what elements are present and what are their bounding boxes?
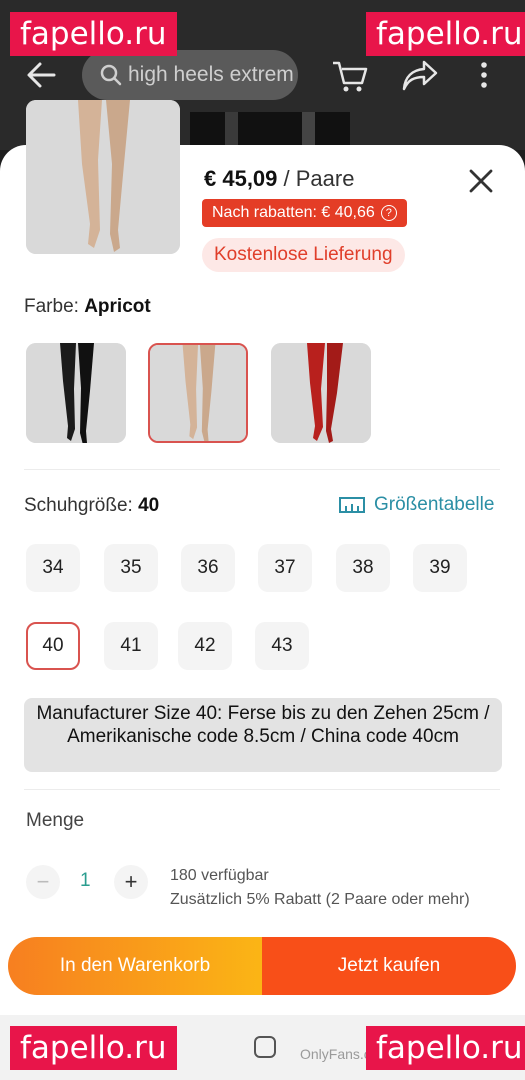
availability-info: 180 verfügbar Zusätzlich 5% Rabatt (2 Pa… — [170, 864, 470, 912]
size-option[interactable]: 42 — [178, 622, 232, 670]
color-option-black[interactable] — [26, 343, 126, 443]
info-icon[interactable]: ? — [380, 205, 397, 221]
size-chart-link[interactable]: Größentabelle — [338, 494, 494, 516]
watermark: fapello.ru — [10, 12, 177, 56]
size-option[interactable]: 37 — [258, 544, 312, 592]
stock-count: 180 verfügbar — [170, 867, 269, 884]
quantity-increase-button[interactable]: + — [114, 865, 148, 899]
size-option[interactable]: 38 — [336, 544, 390, 592]
bulk-discount-note: Zusätzlich 5% Rabatt (2 Paare oder mehr) — [170, 891, 470, 908]
quantity-decrease-button[interactable]: − — [26, 865, 60, 899]
quantity-value: 1 — [80, 870, 91, 891]
size-option[interactable]: 34 — [26, 544, 80, 592]
search-input[interactable]: high heels extrem — [82, 50, 298, 100]
color-selected: Apricot — [84, 296, 151, 317]
price-block: € 45,09 / Paare — [204, 166, 354, 192]
back-arrow-icon[interactable] — [24, 58, 58, 92]
size-label-text: Schuhgröße: — [24, 495, 139, 516]
size-option[interactable]: 35 — [104, 544, 158, 592]
size-label: Schuhgröße: 40 — [24, 495, 159, 517]
product-thumbnail[interactable] — [26, 100, 180, 254]
price-unit: / Paare — [277, 166, 355, 191]
size-option[interactable]: 41 — [104, 622, 158, 670]
share-icon[interactable] — [400, 58, 440, 94]
boots-image — [26, 100, 180, 254]
discount-label: Nach rabatten: € 40,66 — [212, 204, 375, 221]
search-icon — [100, 64, 122, 86]
search-query: high heels extrem — [128, 63, 294, 86]
size-description: Manufacturer Size 40: Ferse bis zu den Z… — [24, 698, 502, 772]
shipping-label: Kostenlose Lieferung — [214, 244, 393, 265]
watermark: fapello.ru — [366, 1026, 525, 1070]
discount-badge[interactable]: Nach rabatten: € 40,66 ? — [202, 199, 407, 227]
boots-image — [26, 343, 126, 443]
cart-icon[interactable] — [330, 58, 370, 94]
price: € 45,09 — [204, 166, 278, 191]
size-option-selected[interactable]: 40 — [26, 622, 80, 670]
color-option-red[interactable] — [271, 343, 371, 443]
color-label-text: Farbe: — [24, 296, 85, 317]
color-option-apricot[interactable] — [148, 343, 248, 443]
buy-now-button[interactable]: Jetzt kaufen — [262, 937, 516, 995]
quantity-label: Menge — [26, 810, 85, 831]
home-icon[interactable] — [254, 1036, 276, 1058]
watermark: fapello.ru — [10, 1026, 177, 1070]
free-shipping-badge: Kostenlose Lieferung — [202, 238, 405, 272]
divider — [24, 469, 500, 470]
divider — [24, 789, 500, 790]
size-option[interactable]: 39 — [413, 544, 467, 592]
boots-image — [150, 345, 246, 441]
size-selected: 40 — [138, 495, 160, 516]
size-option[interactable]: 36 — [181, 544, 235, 592]
color-label: Farbe: Apricot — [24, 296, 151, 318]
more-options-icon[interactable] — [478, 60, 490, 90]
watermark: fapello.ru — [366, 12, 525, 56]
size-option[interactable]: 43 — [255, 622, 309, 670]
boots-image — [271, 343, 371, 443]
size-chart-label: Größentabelle — [374, 494, 495, 515]
add-to-cart-button[interactable]: In den Warenkorb — [8, 937, 262, 995]
ruler-icon — [339, 497, 365, 513]
close-icon[interactable] — [468, 168, 494, 194]
